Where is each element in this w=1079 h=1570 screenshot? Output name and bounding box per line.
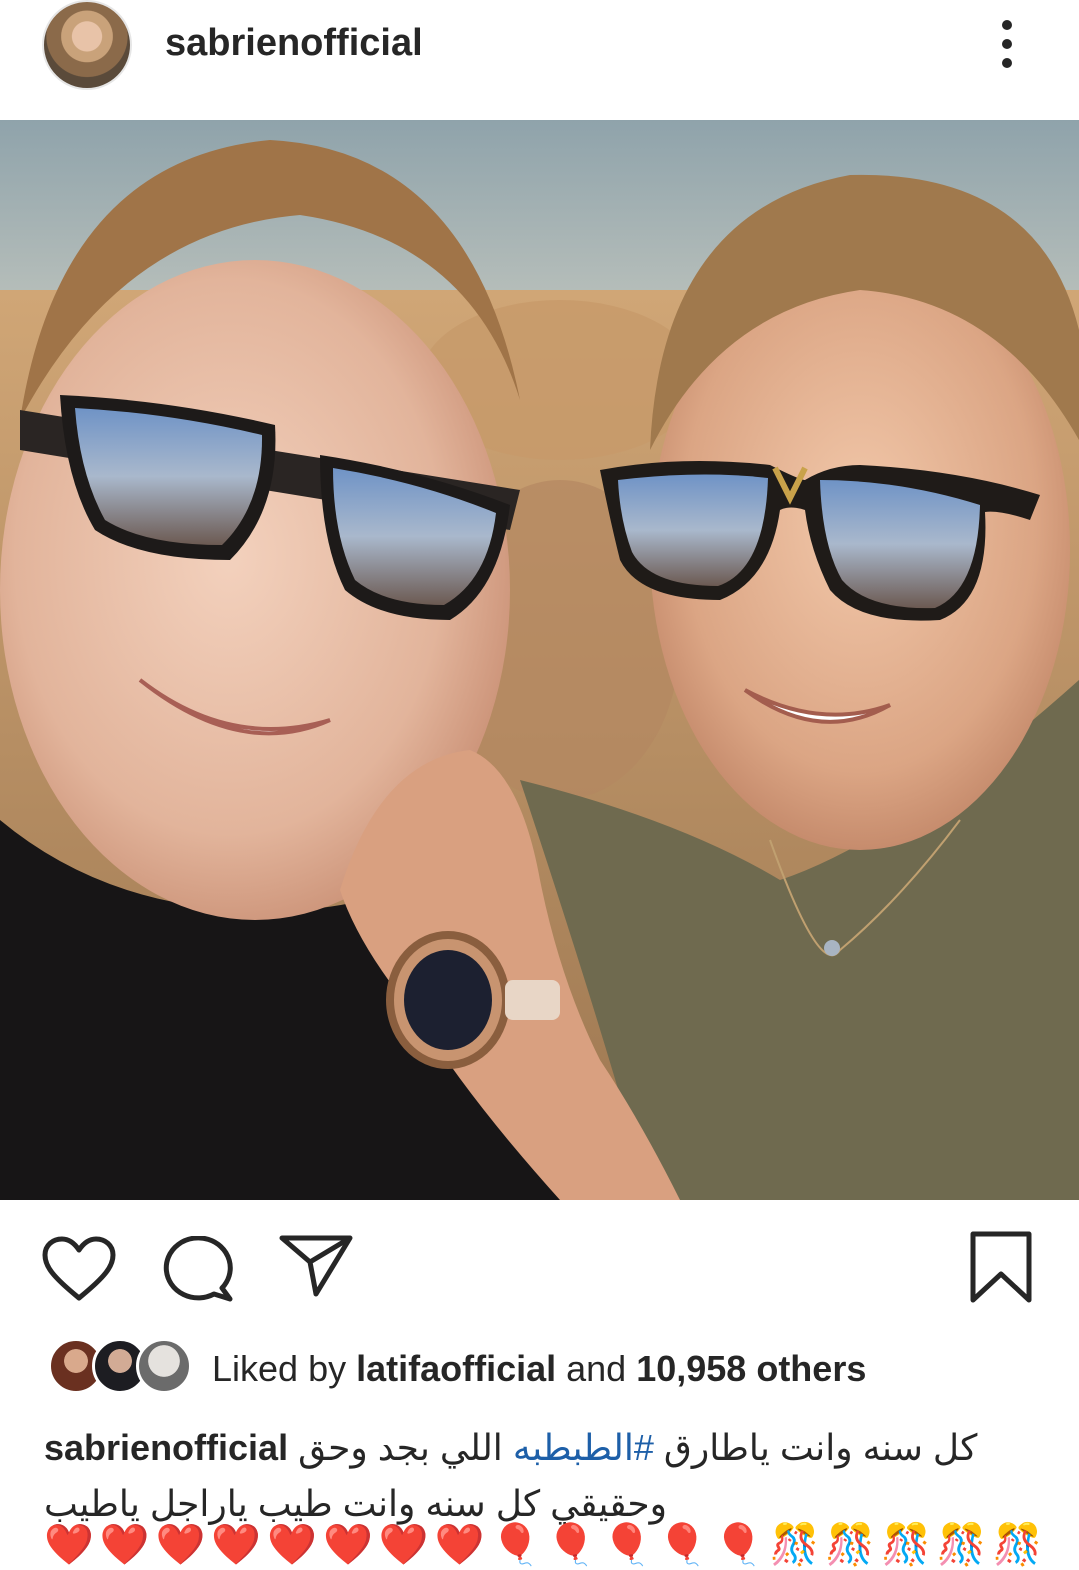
bookmark-icon[interactable] xyxy=(968,1230,1034,1304)
post-username[interactable]: sabrienofficial xyxy=(165,22,423,65)
caption-text-part2: اللي بجد وحق xyxy=(298,1427,513,1468)
likes-joiner: and xyxy=(556,1348,637,1389)
caption-text-part1: كل سنه وانت ياطارق xyxy=(653,1427,978,1468)
likes-prefix: Liked by xyxy=(212,1348,357,1389)
profile-avatar[interactable] xyxy=(42,0,132,90)
caption-hashtag[interactable]: #الطبطبه xyxy=(513,1427,654,1468)
comment-icon[interactable] xyxy=(162,1236,234,1302)
caption-text: كل سنه وانت ياطارق #الطبطبه اللي بجد وحق xyxy=(298,1427,977,1468)
send-icon[interactable] xyxy=(278,1234,354,1298)
first-liker-username[interactable]: latifaofficial xyxy=(356,1348,556,1389)
liker-avatar[interactable] xyxy=(136,1338,192,1394)
caption-emoji-row: ❤️❤️❤️❤️❤️❤️❤️❤️🎈🎈🎈🎈🎈🎊🎊🎊🎊🎊 xyxy=(44,1523,1044,1567)
post-photo-illustration xyxy=(0,120,1079,1200)
likes-row: Liked by latifaofficial and 10,958 other… xyxy=(0,1338,1079,1408)
post-actions xyxy=(0,1200,1079,1330)
post-header: sabrienofficial xyxy=(0,0,1079,120)
likes-count[interactable]: 10,958 others xyxy=(636,1348,866,1389)
heart-icon[interactable] xyxy=(42,1236,116,1302)
post-image[interactable] xyxy=(0,120,1079,1200)
more-vertical-icon[interactable] xyxy=(990,16,1024,72)
likes-summary[interactable]: Liked by latifaofficial and 10,958 other… xyxy=(212,1348,866,1390)
caption-username[interactable]: sabrienofficial xyxy=(44,1427,288,1468)
